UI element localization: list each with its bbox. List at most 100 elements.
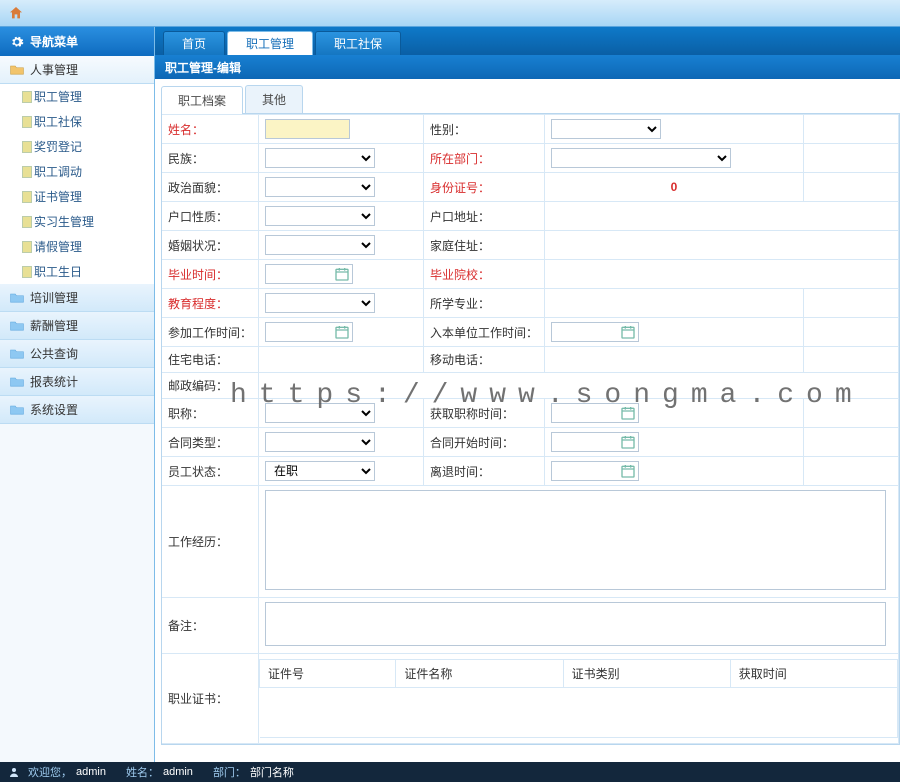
folder-icon [10,292,24,303]
calendar-icon[interactable] [334,266,350,282]
inner-tab-other[interactable]: 其他 [245,85,303,113]
select-education[interactable] [265,293,375,313]
calendar-icon[interactable] [620,405,636,421]
select-hukou-type[interactable] [265,206,375,226]
lbl-grad-time: 毕业时间： [162,260,259,289]
cert-col-name: 证件名称 [396,660,563,688]
lbl-cert: 职业证书： [162,654,259,744]
inner-tab-profile[interactable]: 职工档案 [161,86,243,114]
sidebar-item-zhengshu[interactable]: 证书管理 [0,184,154,209]
form-panel: 姓名： 性别： 民族： 所在部门： [161,114,900,745]
lbl-dept: 所在部门： [424,144,545,173]
cert-col-id: 证件号 [260,660,396,688]
tab-insurance[interactable]: 职工社保 [315,31,401,55]
date-grad-time[interactable] [265,264,353,284]
main-tabs: 首页 职工管理 职工社保 [155,27,900,55]
lbl-nation: 民族： [162,144,259,173]
folder-label: 人事管理 [30,61,78,78]
status-user: admin [76,766,106,778]
lbl-emp-status: 员工状态： [162,457,259,486]
lbl-title: 职称： [162,399,259,428]
lbl-retire-time: 离退时间： [424,457,545,486]
sidebar-item-shixi[interactable]: 实习生管理 [0,209,154,234]
lbl-home-tel: 住宅电话： [162,347,259,373]
status-name-v: admin [163,766,193,778]
lbl-marriage: 婚姻状况： [162,231,259,260]
status-dept-k: 部门： [213,764,246,780]
sidebar-subitems: 职工管理 职工社保 奖罚登记 职工调动 证书管理 实习生管理 请假管理 职工生日 [0,84,154,284]
lbl-experience: 工作经历： [162,486,259,598]
sidebar: 导航菜单 人事管理 职工管理 职工社保 奖罚登记 职工调动 证书管理 实习生管理… [0,27,155,762]
select-contract-type[interactable] [265,432,375,452]
lbl-title-time: 获取职称时间： [424,399,545,428]
home-icon[interactable] [8,5,24,21]
input-name[interactable] [265,119,350,139]
tab-home[interactable]: 首页 [163,31,225,55]
status-welcome: 欢迎您， [28,764,72,780]
gear-icon [10,35,24,49]
val-idcard: 0 [545,173,804,202]
folder-icon [10,376,24,387]
lbl-hukou-type: 户口性质： [162,202,259,231]
lbl-contract-start: 合同开始时间： [424,428,545,457]
status-dept-v: 部门名称 [250,764,294,780]
sidebar-item-diaodong[interactable]: 职工调动 [0,159,154,184]
content: 首页 职工管理 职工社保 职工管理-编辑 职工档案 其他 姓名： 性别： [155,27,900,762]
lbl-remark: 备注： [162,598,259,654]
calendar-icon[interactable] [620,463,636,479]
table-row [260,688,898,738]
sidebar-item-zhigong-guanli[interactable]: 职工管理 [0,84,154,109]
date-work-start[interactable] [265,322,353,342]
lbl-education: 教育程度： [162,289,259,318]
lbl-home-addr: 家庭住址： [424,231,545,260]
lbl-contract-type: 合同类型： [162,428,259,457]
sidebar-folder-system[interactable]: 系统设置 [0,396,154,424]
top-bar [0,0,900,27]
lbl-mobile: 移动电话： [424,347,545,373]
cert-table: 证件号 证件名称 证书类别 获取时间 [259,659,898,738]
inner-tabs: 职工档案 其他 [161,85,900,114]
folder-open-icon [10,64,24,75]
user-icon [8,766,20,778]
status-bar: 欢迎您， admin 姓名： admin 部门： 部门名称 [0,762,900,782]
textarea-experience[interactable] [265,490,886,590]
sidebar-folder-salary[interactable]: 薪酬管理 [0,312,154,340]
nav-title: 导航菜单 [30,33,78,50]
tab-employee[interactable]: 职工管理 [227,31,313,55]
date-contract-start[interactable] [551,432,639,452]
breadcrumb: 职工管理-编辑 [155,55,900,79]
folder-icon [10,320,24,331]
lbl-work-start: 参加工作时间： [162,318,259,347]
lbl-grad-school: 毕业院校： [424,260,545,289]
sidebar-folder-report[interactable]: 报表统计 [0,368,154,396]
sidebar-folder-training[interactable]: 培训管理 [0,284,154,312]
textarea-remark[interactable] [265,602,886,646]
select-emp-status[interactable]: 在职 [265,461,375,481]
date-join-unit[interactable] [551,322,639,342]
select-political[interactable] [265,177,375,197]
lbl-major: 所学专业： [424,289,545,318]
sidebar-item-qingjia[interactable]: 请假管理 [0,234,154,259]
date-title-time[interactable] [551,403,639,423]
folder-icon [10,404,24,415]
lbl-name: 姓名： [162,115,259,144]
sidebar-folder-personnel[interactable]: 人事管理 [0,56,154,84]
calendar-icon[interactable] [334,324,350,340]
sidebar-item-jiangfa[interactable]: 奖罚登记 [0,134,154,159]
lbl-zip: 邮政编码： [162,373,259,399]
calendar-icon[interactable] [620,434,636,450]
select-dept[interactable] [551,148,731,168]
select-marriage[interactable] [265,235,375,255]
sidebar-item-zhigong-shebao[interactable]: 职工社保 [0,109,154,134]
sidebar-folder-query[interactable]: 公共查询 [0,340,154,368]
lbl-gender: 性别： [424,115,545,144]
select-gender[interactable] [551,119,661,139]
folder-icon [10,348,24,359]
select-nation[interactable] [265,148,375,168]
select-title[interactable] [265,403,375,423]
calendar-icon[interactable] [620,324,636,340]
date-retire-time[interactable] [551,461,639,481]
sidebar-item-shengri[interactable]: 职工生日 [0,259,154,284]
lbl-join-unit: 入本单位工作时间： [424,318,545,347]
lbl-political: 政治面貌： [162,173,259,202]
